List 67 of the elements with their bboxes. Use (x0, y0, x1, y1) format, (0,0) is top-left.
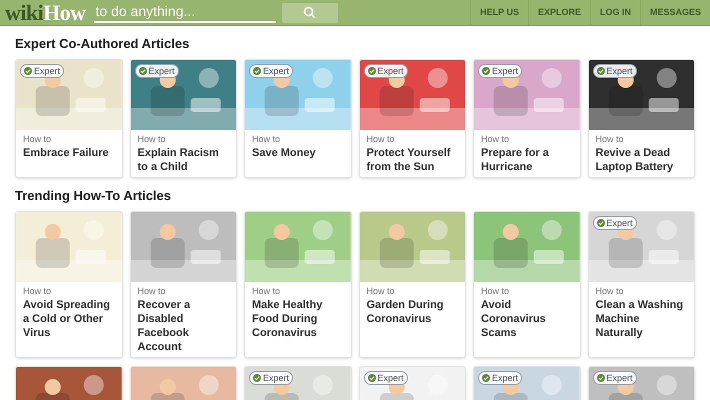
article-card[interactable]: Expert How to Embrace Failure (15, 59, 122, 178)
article-card[interactable]: Expert How to Clean a Washing Machine Naturally (588, 211, 695, 358)
how-to-label: How to (252, 134, 282, 145)
article-card[interactable]: How to Avoid Coronavirus Scams (473, 211, 580, 358)
how-to-label: How to (138, 134, 167, 145)
article-card[interactable]: Expert (358, 366, 466, 400)
check-icon (482, 374, 490, 382)
check-icon (596, 219, 604, 227)
check-icon (253, 67, 261, 75)
article-card[interactable]: Expert How to Revive a Dead Laptop Battery (588, 59, 695, 178)
article-card[interactable]: Expert (244, 366, 352, 400)
article-card[interactable]: How to Avoid Spreading a Cold or Other Virus (15, 211, 122, 358)
card-title: Revive a Dead Laptop Battery (596, 146, 674, 174)
how-to-label: How to (138, 286, 167, 297)
how-to-label: How to (596, 286, 625, 297)
section-heading: Expert Co-Authored Articles (15, 35, 190, 53)
card-title: Prepare for a Hurricane (481, 146, 550, 174)
check-icon (138, 67, 146, 75)
badge-label: Expert (606, 217, 633, 229)
badge-label: Expert (34, 65, 60, 77)
card-title: Embrace Failure (23, 146, 110, 160)
search-button[interactable] (282, 2, 338, 22)
badge-label: Expert (492, 372, 518, 384)
card-title: Avoid Coronavirus Scams (481, 298, 547, 340)
how-to-label: How to (23, 286, 52, 297)
check-icon (368, 67, 376, 75)
badge-label: Expert (606, 65, 633, 77)
how-to-label: How to (366, 134, 396, 145)
how-to-label: How to (596, 134, 625, 145)
card-title: Make Healthy Food During Coronavirus (252, 298, 324, 340)
badge-label: Expert (263, 372, 290, 384)
section-heading: Trending How-To Articles (15, 187, 172, 205)
search-field[interactable]: to do anything... (94, 2, 276, 22)
how-to-label: How to (481, 134, 510, 145)
badge-label: Expert (263, 65, 290, 77)
how-to-label: How to (23, 134, 52, 145)
badge-label: Expert (378, 372, 404, 384)
check-icon (253, 374, 261, 382)
article-card[interactable]: Expert (473, 366, 580, 400)
article-card[interactable]: How to Recover a Disabled Facebook Account (130, 211, 237, 358)
card-title: Recover a Disabled Facebook Account (138, 298, 192, 354)
how-to-label: How to (252, 286, 282, 297)
badge-label: Expert (148, 65, 175, 77)
card-title: Avoid Spreading a Cold or Other Virus (23, 298, 111, 340)
badge-label: Expert (606, 372, 633, 384)
article-card[interactable]: Expert (588, 366, 695, 400)
article-card[interactable]: How to Garden During Coronavirus (358, 211, 466, 358)
card-title: Clean a Washing Machine Naturally (596, 298, 684, 340)
badge-label: Expert (492, 65, 518, 77)
check-icon (368, 374, 376, 382)
check-icon (596, 67, 604, 75)
search-icon (303, 6, 316, 19)
how-to-label: How to (366, 286, 396, 297)
check-icon (596, 374, 604, 382)
check-icon (24, 67, 32, 75)
article-card[interactable]: Expert How to Prepare for a Hurricane (473, 59, 580, 178)
article-card[interactable]: How to Make Healthy Food During Coronavirus (244, 211, 352, 358)
check-icon (482, 67, 490, 75)
card-title: Garden During Coronavirus (366, 298, 445, 326)
how-to-label: How to (481, 286, 510, 297)
article-card[interactable]: Expert How to Protect Yourself from the Sun (358, 59, 466, 178)
card-title: Protect Yourself from the Sun (366, 146, 452, 174)
card-title: Save Money (252, 146, 317, 160)
badge-label: Expert (378, 65, 404, 77)
article-card[interactable]: Expert How to Explain Racism to a Child (130, 59, 237, 178)
card-title: Explain Racism to a Child (138, 146, 220, 174)
article-card[interactable]: Expert How to Save Money (244, 59, 352, 178)
